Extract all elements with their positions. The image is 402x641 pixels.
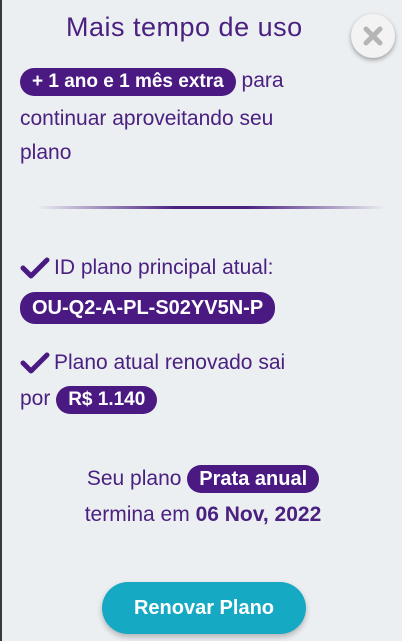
plan-id-label: ID plano principal atual:	[54, 256, 274, 279]
expiry-line1: Seu plano Prata anual	[2, 465, 402, 493]
plan-id-badge: OU-Q2-A-PL-S02YV5N-P	[20, 292, 276, 324]
page-title: Mais tempo de uso	[66, 12, 303, 42]
renewal-panel: Mais tempo de uso + 1 ano e 1 mês extra …	[0, 0, 400, 641]
plan-name-badge: Prata anual	[187, 465, 320, 493]
check-icon	[20, 352, 50, 374]
expiry-label: Seu plano	[86, 467, 182, 490]
check-icon	[20, 257, 50, 279]
renewal-label-line2: por	[20, 387, 51, 410]
plan-id-row: ID plano principal atual:	[20, 256, 273, 280]
offer-text-line3: plano	[20, 141, 72, 164]
close-button[interactable]	[351, 14, 395, 58]
price-badge: R$ 1.140	[56, 386, 158, 414]
divider	[36, 206, 386, 209]
offer-text: + 1 ano e 1 mês extra para continuar apr…	[20, 62, 390, 176]
offer-text-line2: continuar aproveitando seu	[20, 107, 274, 130]
extra-time-badge: + 1 ano e 1 mês extra	[20, 68, 236, 96]
renew-plan-button[interactable]: Renovar Plano	[102, 582, 306, 634]
expiry-ends-label: termina em	[84, 503, 190, 526]
renewal-label: Plano atual renovado sai	[54, 351, 286, 374]
close-icon	[363, 26, 383, 46]
offer-text-tail: para	[241, 69, 284, 92]
expiry-date: 06 Nov, 2022	[195, 503, 322, 526]
renewal-row: Plano atual renovado sai por R$ 1.140	[20, 345, 285, 417]
expiry-line2: termina em 06 Nov, 2022	[2, 503, 402, 527]
